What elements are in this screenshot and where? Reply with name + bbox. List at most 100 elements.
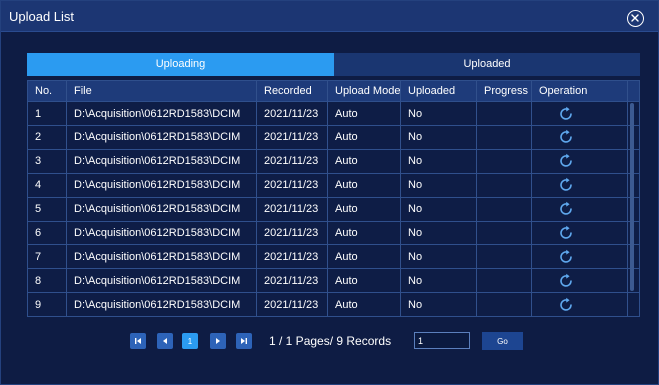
cell-operation [532, 173, 628, 197]
pager-summary: 1 / 1 Pages/ 9 Records [269, 334, 392, 348]
upload-table: No. File Recorded Upload Mode Uploaded P… [27, 80, 640, 317]
table-row[interactable]: 8 D:\Acquisition\0612RD1583\DCIM 2021/11/2… [28, 268, 639, 293]
cell-progress [477, 102, 532, 125]
title-bar: Upload List [1, 1, 658, 32]
table-row[interactable]: 3 D:\Acquisition\0612RD1583\DCIM 2021/11/2… [28, 148, 639, 173]
cell-no: 3 [28, 149, 67, 173]
close-circle-icon [631, 14, 639, 22]
close-button[interactable] [627, 10, 644, 27]
cell-no: 9 [28, 293, 67, 317]
header-uploaded: Uploaded [401, 81, 477, 101]
cell-file: D:\Acquisition\0612RD1583\DCIM [67, 197, 257, 221]
tab-bar: Uploading Uploaded [27, 53, 640, 76]
cell-no: 8 [28, 269, 67, 293]
table-header-row: No. File Recorded Upload Mode Uploaded P… [28, 81, 639, 101]
cell-progress [477, 197, 532, 221]
cell-recorded: 2021/11/23 [257, 102, 328, 125]
current-page-button[interactable]: 1 [182, 333, 198, 349]
header-upload-mode: Upload Mode [328, 81, 401, 101]
table-row[interactable]: 9 D:\Acquisition\0612RD1583\DCIM 2021/11/2… [28, 292, 639, 317]
cell-progress [477, 221, 532, 245]
cell-operation [532, 125, 628, 149]
cell-operation [532, 293, 628, 317]
cell-progress [477, 149, 532, 173]
cell-progress [477, 293, 532, 317]
cell-file: D:\Acquisition\0612RD1583\DCIM [67, 269, 257, 293]
page-number-input[interactable] [414, 332, 470, 349]
cell-uploaded: No [401, 197, 477, 221]
cell-upload-mode: Auto [328, 125, 401, 149]
scroll-thumb[interactable] [630, 103, 634, 291]
cell-file: D:\Acquisition\0612RD1583\DCIM [67, 125, 257, 149]
cell-upload-mode: Auto [328, 173, 401, 197]
last-page-icon [241, 338, 247, 344]
cell-progress [477, 269, 532, 293]
cell-file: D:\Acquisition\0612RD1583\DCIM [67, 221, 257, 245]
cell-no: 1 [28, 102, 67, 125]
cell-recorded: 2021/11/23 [257, 149, 328, 173]
next-page-button[interactable] [210, 333, 226, 349]
header-progress: Progress [477, 81, 532, 101]
cell-uploaded: No [401, 102, 477, 125]
go-button[interactable]: Go [482, 332, 523, 350]
dialog-title: Upload List [9, 9, 75, 24]
header-recorded: Recorded [257, 81, 328, 101]
cell-uploaded: No [401, 293, 477, 317]
refresh-icon[interactable] [558, 153, 574, 169]
refresh-icon[interactable] [558, 273, 574, 289]
table-row[interactable]: 1 D:\Acquisition\0612RD1583\DCIM 2021/11/2… [28, 101, 639, 125]
table-scrollbar[interactable] [628, 103, 636, 315]
cell-file: D:\Acquisition\0612RD1583\DCIM [67, 102, 257, 125]
cell-upload-mode: Auto [328, 149, 401, 173]
cell-file: D:\Acquisition\0612RD1583\DCIM [67, 293, 257, 317]
cell-operation [532, 245, 628, 269]
refresh-icon[interactable] [558, 129, 574, 145]
table-row[interactable]: 2 D:\Acquisition\0612RD1583\DCIM 2021/11/2… [28, 124, 639, 149]
cell-no: 7 [28, 245, 67, 269]
table-row[interactable]: 4 D:\Acquisition\0612RD1583\DCIM 2021/11/2… [28, 172, 639, 197]
cell-operation [532, 221, 628, 245]
cell-upload-mode: Auto [328, 197, 401, 221]
cell-operation [532, 269, 628, 293]
cell-upload-mode: Auto [328, 293, 401, 317]
prev-page-button[interactable] [157, 333, 173, 349]
next-page-icon [216, 338, 220, 344]
refresh-icon[interactable] [558, 297, 574, 313]
refresh-icon[interactable] [558, 249, 574, 265]
header-scroll-gutter [628, 81, 639, 101]
cell-no: 6 [28, 221, 67, 245]
table-row[interactable]: 7 D:\Acquisition\0612RD1583\DCIM 2021/11/2… [28, 244, 639, 269]
cell-file: D:\Acquisition\0612RD1583\DCIM [67, 173, 257, 197]
refresh-icon[interactable] [558, 106, 574, 122]
cell-no: 4 [28, 173, 67, 197]
cell-recorded: 2021/11/23 [257, 125, 328, 149]
cell-no: 5 [28, 197, 67, 221]
cell-recorded: 2021/11/23 [257, 173, 328, 197]
last-page-button[interactable] [236, 333, 252, 349]
cell-upload-mode: Auto [328, 269, 401, 293]
cell-uploaded: No [401, 221, 477, 245]
cell-operation [532, 102, 628, 125]
cell-operation [532, 149, 628, 173]
first-page-icon [135, 338, 141, 344]
table-row[interactable]: 6 D:\Acquisition\0612RD1583\DCIM 2021/11/2… [28, 220, 639, 245]
cell-operation [532, 197, 628, 221]
cell-upload-mode: Auto [328, 245, 401, 269]
cell-recorded: 2021/11/23 [257, 221, 328, 245]
first-page-button[interactable] [130, 333, 146, 349]
prev-page-icon [163, 338, 167, 344]
cell-recorded: 2021/11/23 [257, 245, 328, 269]
tab-uploaded[interactable]: Uploaded [334, 53, 640, 76]
cell-file: D:\Acquisition\0612RD1583\DCIM [67, 149, 257, 173]
cell-progress [477, 125, 532, 149]
cell-file: D:\Acquisition\0612RD1583\DCIM [67, 245, 257, 269]
cell-uploaded: No [401, 245, 477, 269]
header-file: File [67, 81, 257, 101]
refresh-icon[interactable] [558, 225, 574, 241]
cell-progress [477, 245, 532, 269]
refresh-icon[interactable] [558, 177, 574, 193]
cell-recorded: 2021/11/23 [257, 197, 328, 221]
tab-uploading[interactable]: Uploading [27, 53, 334, 76]
refresh-icon[interactable] [558, 201, 574, 217]
table-row[interactable]: 5 D:\Acquisition\0612RD1583\DCIM 2021/11/2… [28, 196, 639, 221]
